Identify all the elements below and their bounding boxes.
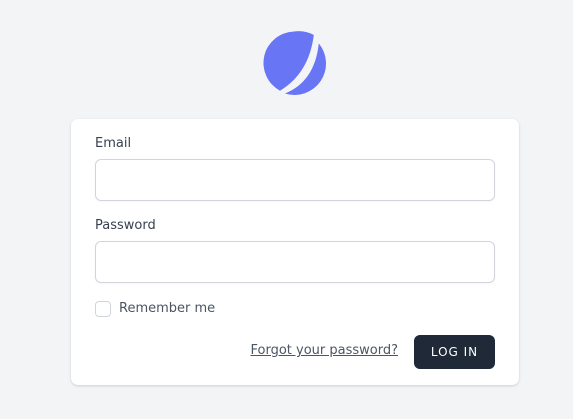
login-card: Email Password Remember me Forgot your p… <box>71 119 519 385</box>
remember-me-row[interactable]: Remember me <box>95 300 215 318</box>
email-field[interactable] <box>95 159 495 201</box>
remember-me-label[interactable]: Remember me <box>119 301 215 317</box>
forgot-password-link[interactable]: Forgot your password? <box>250 343 398 359</box>
password-label: Password <box>95 218 156 233</box>
brand-logo-icon <box>262 30 328 96</box>
password-field[interactable] <box>95 241 495 283</box>
login-button[interactable]: LOG IN <box>414 335 495 369</box>
email-label: Email <box>95 136 132 151</box>
brand-logo-svg <box>263 31 327 95</box>
remember-me-checkbox[interactable] <box>95 301 111 317</box>
